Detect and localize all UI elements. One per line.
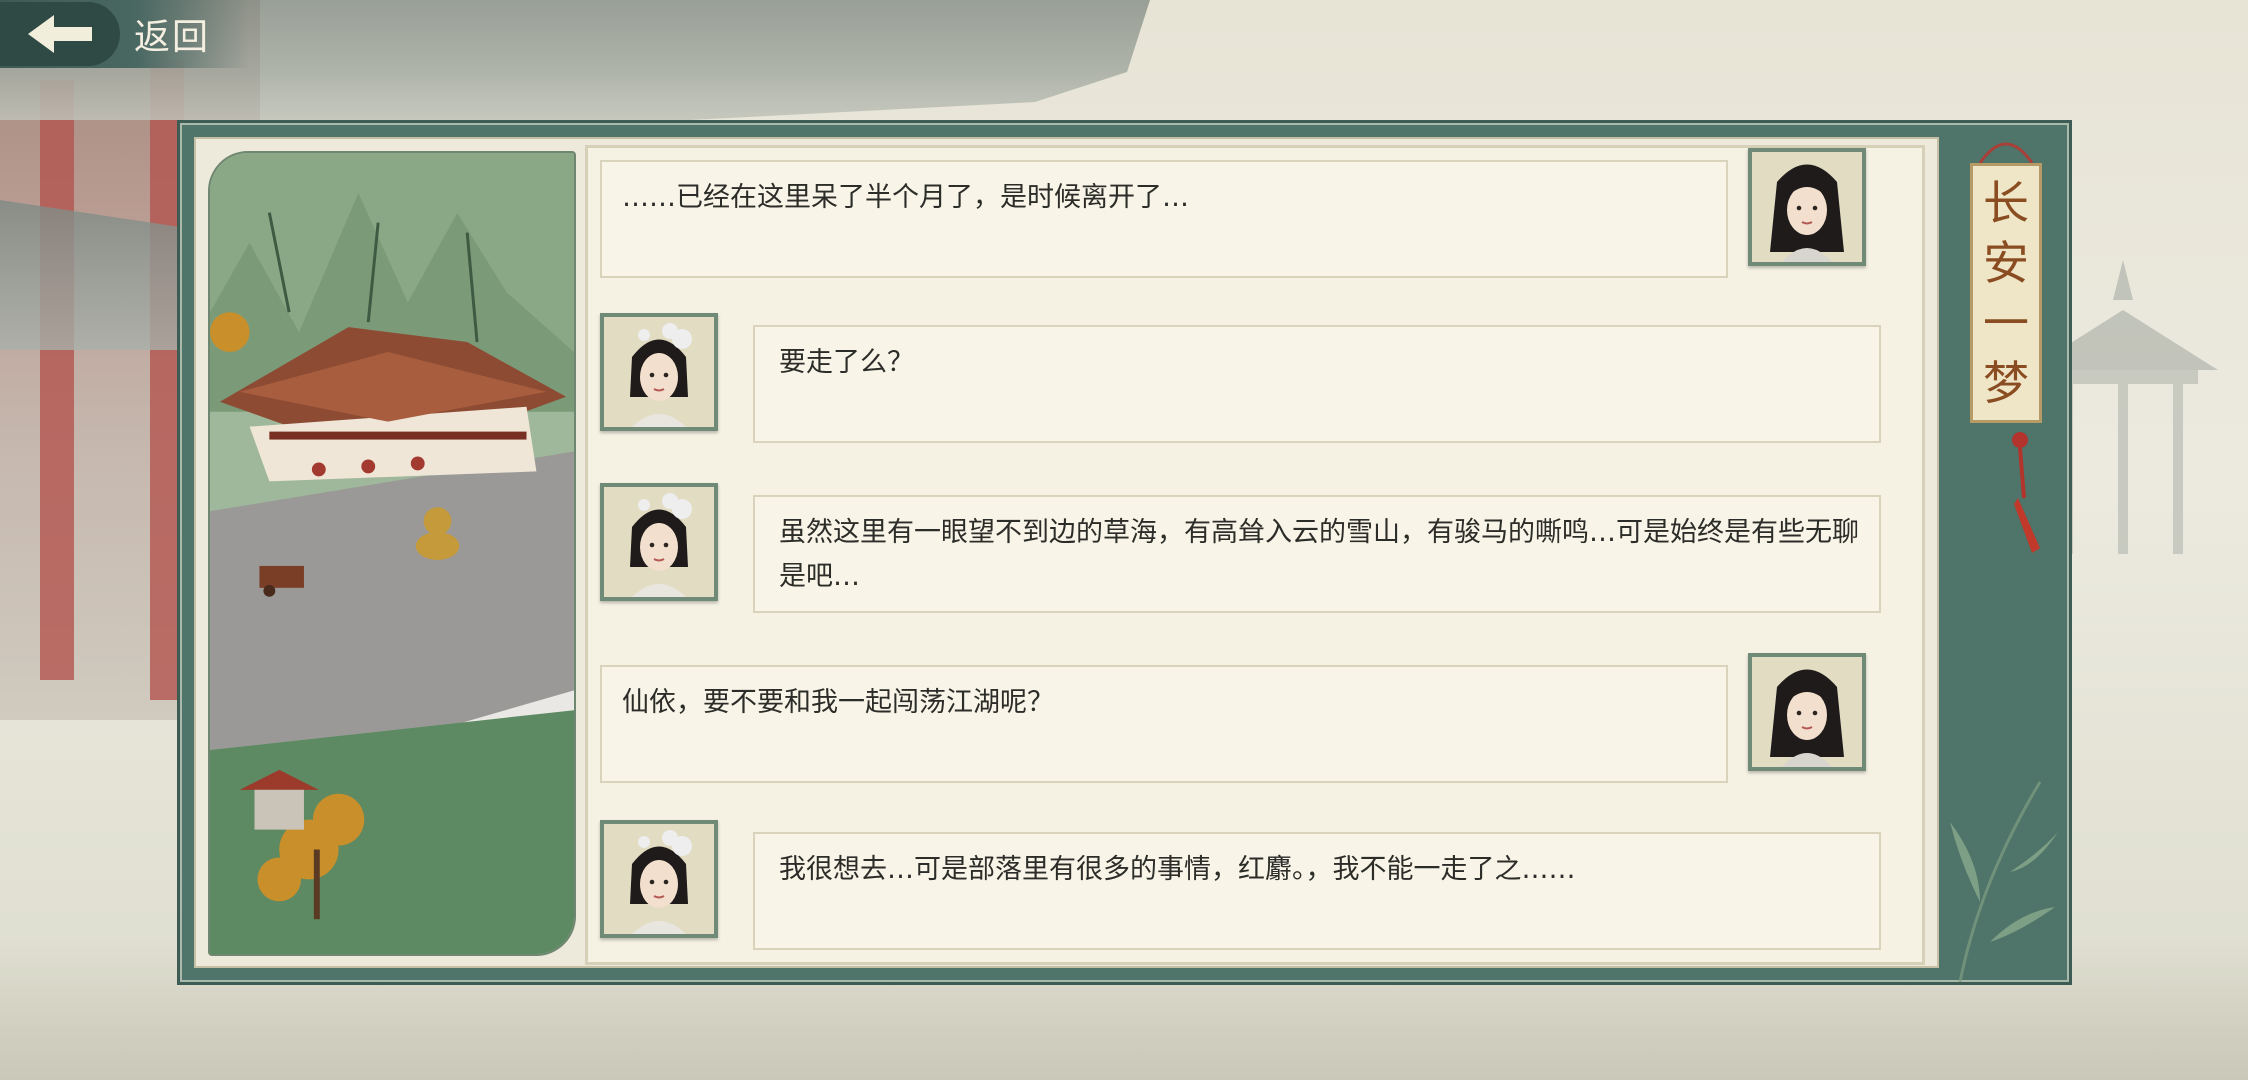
ornament-hair-woman-avatar[interactable] <box>600 313 718 431</box>
dialogue-text: 我很想去…可是部落里有很多的事情，红麝。，我不能一走了之…… <box>779 854 1576 885</box>
dialogue-message: 我很想去…可是部落里有很多的事情，红麝。，我不能一走了之…… <box>588 820 1922 970</box>
dialogue-text: 虽然这里有一眼望不到边的草海，有高耸入云的雪山，有骏马的嘶鸣…可是始终是有些无聊… <box>779 517 1859 592</box>
dialogue-message: ……已经在这里呆了半个月了，是时候离开了… <box>588 148 1922 308</box>
ornament-hair-woman-avatar[interactable] <box>600 483 718 601</box>
dialogue-bubble: 仙依，要不要和我一起闯荡江湖呢？ <box>600 665 1728 783</box>
tassel-icon <box>2012 432 2040 553</box>
dialogue-bubble: ……已经在这里呆了半个月了，是时候离开了… <box>600 160 1728 278</box>
title-char: 长 <box>1983 176 2029 230</box>
dialogue-bubble: 虽然这里有一眼望不到边的草海，有高耸入云的雪山，有骏马的嘶鸣…可是始终是有些无聊… <box>753 495 1881 613</box>
title-scroll: 长 安 一 梦 <box>1970 142 2042 553</box>
bamboo-decoration <box>1950 781 2058 982</box>
dialogue-bubble: 我很想去…可是部落里有很多的事情，红麝。，我不能一走了之…… <box>753 832 1881 950</box>
long-hair-woman-avatar[interactable] <box>1748 653 1866 771</box>
dialogue-text: 仙依，要不要和我一起闯荡江湖呢？ <box>622 687 1054 718</box>
long-hair-woman-avatar[interactable] <box>1748 148 1866 266</box>
title-char: 一 <box>1983 296 2029 350</box>
dialogue-text: 要走了么？ <box>779 347 914 378</box>
dialogue-message: 要走了么？ <box>588 313 1922 473</box>
dialogue-text: ……已经在这里呆了半个月了，是时候离开了… <box>622 182 1189 213</box>
dialogue-log[interactable]: ……已经在这里呆了半个月了，是时候离开了… 要走了么？ 虽然这里有一眼望不到边的… <box>585 145 1925 965</box>
back-button[interactable]: 返回 <box>0 0 250 68</box>
title-char: 安 <box>1983 236 2029 290</box>
ornament-hair-woman-avatar[interactable] <box>600 820 718 938</box>
scene-illustration <box>208 151 576 956</box>
dialogue-message: 仙依，要不要和我一起闯荡江湖呢？ <box>588 653 1922 813</box>
title-char: 梦 <box>1983 356 2029 410</box>
back-arrow-icon <box>0 2 120 66</box>
dialogue-message: 虽然这里有一眼望不到边的草海，有高耸入云的雪山，有骏马的嘶鸣…可是始终是有些无聊… <box>588 483 1922 643</box>
dialogue-bubble: 要走了么？ <box>753 325 1881 443</box>
back-label: 返回 <box>134 17 211 58</box>
dialog-frame: 长 安 一 梦 ……已经在这里呆了半个月了，是时候离开了… 要走了么？ 虽然这里… <box>177 120 2072 985</box>
background-pillar <box>40 80 74 680</box>
